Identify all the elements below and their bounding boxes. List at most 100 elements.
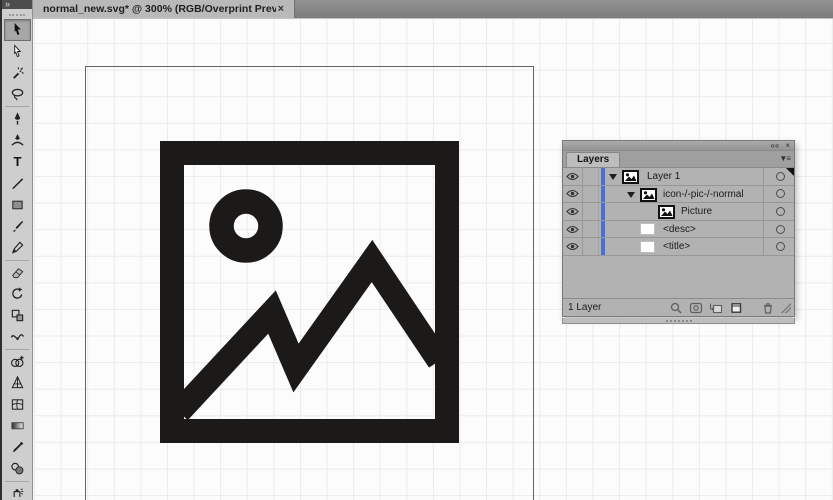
toolbar-expand-icon[interactable]: » <box>2 0 32 9</box>
target-column <box>763 203 796 220</box>
curvature-tool[interactable] <box>2 130 32 152</box>
target-column <box>763 238 796 255</box>
collapse-panel-icon[interactable]: «« <box>770 141 779 150</box>
lasso-tool[interactable] <box>2 84 32 106</box>
target-circle[interactable] <box>776 207 785 216</box>
close-panel-icon[interactable]: × <box>785 141 790 150</box>
make-clipping-mask-button[interactable] <box>687 300 705 315</box>
close-tab-icon[interactable]: × <box>276 4 286 15</box>
layer-count: 1 Layer <box>568 302 601 313</box>
create-new-layer-button[interactable] <box>727 300 745 315</box>
create-new-sublayer-button[interactable] <box>707 300 725 315</box>
eye-icon <box>566 242 579 251</box>
layer-name[interactable]: Picture <box>681 206 712 217</box>
visibility-toggle[interactable] <box>563 168 583 185</box>
lock-toggle[interactable] <box>583 168 599 185</box>
visibility-toggle[interactable] <box>563 221 583 238</box>
toolbar-separator <box>5 481 29 482</box>
svg-text:T: T <box>13 154 21 169</box>
image-icon-artwork[interactable] <box>160 141 462 447</box>
layer-thumbnail-blank[interactable] <box>640 241 655 253</box>
magic-wand-tool[interactable] <box>2 62 32 84</box>
scale-tool[interactable] <box>2 305 32 327</box>
selection-tool[interactable] <box>4 19 31 41</box>
icon-mountains <box>179 261 439 412</box>
document-tab-title: normal_new.svg* @ 300% (RGB/Overprint Pr… <box>43 3 276 15</box>
blend-tool[interactable] <box>2 458 32 480</box>
layer-name[interactable]: <title> <box>663 241 690 252</box>
lock-toggle[interactable] <box>583 186 599 203</box>
rotate-tool[interactable] <box>2 283 32 305</box>
delete-selection-button[interactable] <box>759 300 777 315</box>
layer-row[interactable]: Layer 1 <box>563 168 794 186</box>
layer-color-bar <box>601 168 605 185</box>
layer-row[interactable]: <title> <box>563 238 794 256</box>
toolbar-separator <box>5 106 29 107</box>
toolbar-drag-handle[interactable] <box>9 14 25 16</box>
disclosure-triangle-icon[interactable] <box>609 174 617 180</box>
lock-toggle[interactable] <box>583 238 599 255</box>
icon-sun-circle <box>222 202 271 251</box>
eye-icon <box>566 225 579 234</box>
layer-color-bar <box>601 238 605 255</box>
visibility-toggle[interactable] <box>563 238 583 255</box>
layer-name[interactable]: Layer 1 <box>647 171 680 182</box>
direct-selection-tool[interactable] <box>2 41 32 63</box>
tools-sidebar: » T <box>0 0 33 500</box>
layers-panel-titlebar: «« × <box>563 141 794 151</box>
pen-tool[interactable] <box>2 108 32 130</box>
panel-resize-grip[interactable] <box>781 303 791 313</box>
layer-name[interactable]: <desc> <box>663 224 696 235</box>
layer-row[interactable]: <desc> <box>563 221 794 239</box>
toolbar-separator <box>5 260 29 261</box>
target-column <box>763 221 796 238</box>
layer-color-bar <box>601 186 605 203</box>
target-circle[interactable] <box>776 189 785 198</box>
paintbrush-tool[interactable] <box>2 216 32 238</box>
document-tab-bar: normal_new.svg* @ 300% (RGB/Overprint Pr… <box>0 0 833 19</box>
eye-icon <box>566 207 579 216</box>
line-segment-tool[interactable] <box>2 173 32 195</box>
layer-thumbnail[interactable] <box>640 188 657 205</box>
pencil-tool[interactable] <box>2 237 32 259</box>
target-circle[interactable] <box>776 242 785 251</box>
eraser-tool[interactable] <box>2 262 32 284</box>
layer-thumbnail[interactable] <box>622 170 639 187</box>
disclosure-triangle-icon[interactable] <box>627 192 635 198</box>
panel-drag-handle[interactable] <box>666 320 692 322</box>
symbol-sprayer-tool[interactable] <box>2 483 32 498</box>
rectangle-tool[interactable] <box>2 194 32 216</box>
gradient-tool[interactable] <box>2 415 32 437</box>
target-column <box>763 186 796 203</box>
layer-color-bar <box>601 221 605 238</box>
eye-icon <box>566 189 579 198</box>
type-tool[interactable]: T <box>2 151 32 173</box>
layer-rows: Layer 1 icon-/-pic-/-normal <box>563 168 794 256</box>
layer-thumbnail-blank[interactable] <box>640 223 655 235</box>
panel-menu-icon[interactable]: ▼≡ <box>779 154 790 163</box>
visibility-toggle[interactable] <box>563 203 583 220</box>
panel-dock-edge <box>562 318 795 324</box>
target-circle[interactable] <box>776 172 785 181</box>
target-circle[interactable] <box>776 225 785 234</box>
layer-name[interactable]: icon-/-pic-/-normal <box>663 189 744 200</box>
layer-row[interactable]: icon-/-pic-/-normal <box>563 186 794 204</box>
eyedropper-tool[interactable] <box>2 437 32 459</box>
mesh-tool[interactable] <box>2 394 32 416</box>
shape-builder-tool[interactable] <box>2 351 32 373</box>
lock-toggle[interactable] <box>583 221 599 238</box>
perspective-grid-tool[interactable] <box>2 372 32 394</box>
tab-layers[interactable]: Layers <box>566 152 620 167</box>
canvas[interactable]: «« × Layers ▼≡ Layer 1 <box>34 19 833 500</box>
layers-panel-statusbar: 1 Layer <box>563 298 794 316</box>
width-tool[interactable] <box>2 326 32 348</box>
layer-thumbnail[interactable] <box>658 205 675 222</box>
selected-art-indicator <box>786 168 794 176</box>
layer-row[interactable]: Picture <box>563 203 794 221</box>
layers-empty-area <box>563 256 794 298</box>
locate-object-button[interactable] <box>667 300 685 315</box>
layers-panel-tabrow: Layers ▼≡ <box>563 151 794 168</box>
document-tab[interactable]: normal_new.svg* @ 300% (RGB/Overprint Pr… <box>33 0 295 18</box>
lock-toggle[interactable] <box>583 203 599 220</box>
visibility-toggle[interactable] <box>563 186 583 203</box>
